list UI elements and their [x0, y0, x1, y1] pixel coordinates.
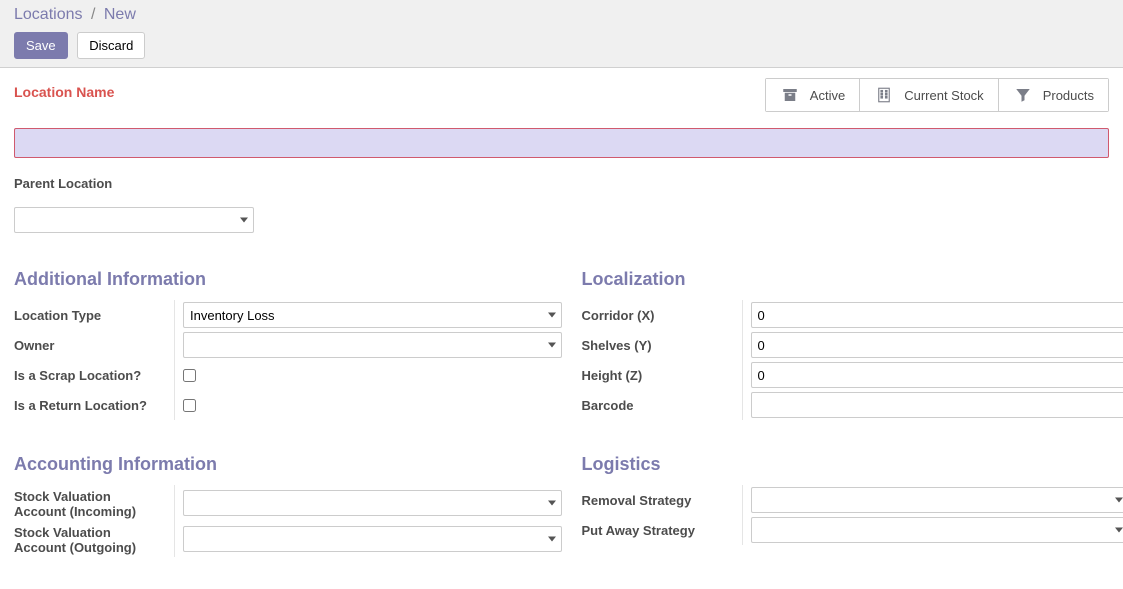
- stock-valuation-outgoing-label: Stock Valuation Account (Outgoing): [14, 521, 174, 557]
- location-type-select[interactable]: [183, 302, 562, 328]
- putaway-strategy-label: Put Away Strategy: [582, 515, 742, 545]
- owner-select[interactable]: [183, 332, 562, 358]
- parent-location-select[interactable]: [14, 207, 254, 233]
- parent-location-field: Parent Location: [14, 176, 1109, 233]
- shelves-label: Shelves (Y): [582, 330, 742, 360]
- removal-strategy-label: Removal Strategy: [582, 485, 742, 515]
- active-stat-button[interactable]: Active: [766, 79, 859, 111]
- archive-icon: [780, 85, 800, 105]
- accounting-info-title: Accounting Information: [14, 454, 562, 475]
- barcode-label: Barcode: [582, 390, 742, 420]
- active-stat-label: Active: [810, 88, 845, 103]
- barcode-input[interactable]: [751, 392, 1123, 418]
- corridor-label: Corridor (X): [582, 300, 742, 330]
- is-scrap-checkbox[interactable]: [183, 369, 196, 382]
- additional-info-title: Additional Information: [14, 269, 562, 290]
- stock-valuation-incoming-label: Stock Valuation Account (Incoming): [14, 485, 174, 521]
- building-icon: [874, 85, 894, 105]
- location-name-label: Location Name: [14, 84, 114, 100]
- breadcrumb: Locations / New: [14, 6, 1109, 24]
- right-column: Localization Corridor (X) Shelves (Y) He…: [582, 269, 1123, 557]
- save-button[interactable]: Save: [14, 32, 68, 59]
- control-panel: Locations / New Save Discard: [0, 0, 1123, 68]
- current-stock-stat-button[interactable]: Current Stock: [859, 79, 997, 111]
- stock-valuation-outgoing-select[interactable]: [183, 526, 562, 552]
- current-stock-stat-label: Current Stock: [904, 88, 983, 103]
- breadcrumb-root[interactable]: Locations: [14, 6, 83, 23]
- left-column: Additional Information Location Type Own…: [14, 269, 562, 557]
- localization-title: Localization: [582, 269, 1123, 290]
- form-sheet: Location Name Active Current Stock Produ…: [0, 68, 1123, 577]
- discard-button[interactable]: Discard: [77, 32, 145, 59]
- corridor-input[interactable]: [751, 302, 1123, 328]
- parent-location-label: Parent Location: [14, 176, 1109, 191]
- putaway-strategy-select[interactable]: [751, 517, 1123, 543]
- products-stat-label: Products: [1043, 88, 1094, 103]
- breadcrumb-separator: /: [91, 6, 95, 23]
- stat-buttons: Active Current Stock Products: [765, 78, 1109, 112]
- is-return-label: Is a Return Location?: [14, 390, 174, 420]
- height-input[interactable]: [751, 362, 1123, 388]
- shelves-input[interactable]: [751, 332, 1123, 358]
- stock-valuation-incoming-select[interactable]: [183, 490, 562, 516]
- header-row: Location Name Active Current Stock Produ…: [14, 78, 1109, 118]
- breadcrumb-current: New: [104, 6, 136, 23]
- removal-strategy-select[interactable]: [751, 487, 1123, 513]
- logistics-title: Logistics: [582, 454, 1123, 475]
- products-stat-button[interactable]: Products: [998, 79, 1108, 111]
- owner-label: Owner: [14, 330, 174, 360]
- filter-icon: [1013, 85, 1033, 105]
- is-scrap-label: Is a Scrap Location?: [14, 360, 174, 390]
- is-return-checkbox[interactable]: [183, 399, 196, 412]
- location-name-input[interactable]: [14, 128, 1109, 158]
- height-label: Height (Z): [582, 360, 742, 390]
- location-type-label: Location Type: [14, 300, 174, 330]
